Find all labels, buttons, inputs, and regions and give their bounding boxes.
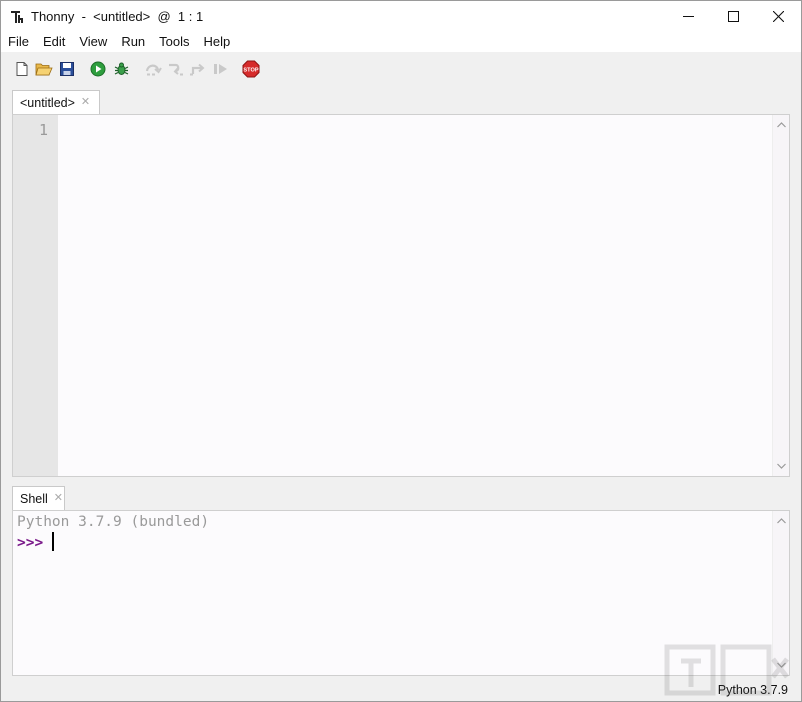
tab-shell[interactable]: Shell ✕ — [12, 486, 65, 510]
tab-untitled[interactable]: <untitled> ✕ — [12, 90, 100, 114]
title-bar[interactable]: Thonny - <untitled> @ 1 : 1 — [1, 1, 801, 32]
new-file-icon — [16, 62, 28, 76]
debug-button[interactable] — [111, 59, 131, 79]
step-into-icon — [169, 63, 183, 76]
close-tab-icon[interactable]: ✕ — [81, 97, 90, 108]
menu-edit[interactable]: Edit — [36, 32, 72, 52]
menu-help[interactable]: Help — [197, 32, 238, 52]
run-icon — [90, 61, 106, 77]
step-out-button[interactable] — [188, 59, 208, 79]
stop-icon: STOP — [242, 60, 260, 78]
close-window-button[interactable] — [755, 1, 801, 31]
thonny-window: Thonny - <untitled> @ 1 : 1 File Edit Vi… — [0, 0, 802, 702]
window-title: Thonny - <untitled> @ 1 : 1 — [31, 9, 204, 24]
save-icon — [60, 62, 74, 76]
editor-vertical-scrollbar[interactable] — [772, 115, 789, 476]
menu-run[interactable]: Run — [114, 32, 152, 52]
open-folder-icon — [35, 63, 53, 76]
close-icon — [772, 10, 784, 22]
shell-prompt: >>> — [17, 535, 44, 551]
line-number-gutter: 1 — [13, 115, 58, 476]
scroll-up-icon[interactable] — [773, 117, 789, 133]
run-button[interactable] — [88, 59, 108, 79]
scroll-up-icon[interactable] — [773, 513, 789, 529]
shell-banner: Python 3.7.9 (bundled) — [17, 514, 210, 530]
minimize-icon — [682, 15, 694, 17]
text-cursor — [52, 532, 54, 551]
resume-button[interactable] — [211, 59, 231, 79]
scroll-down-icon[interactable] — [773, 458, 789, 474]
tab-label: Shell — [20, 491, 48, 506]
close-tab-icon[interactable]: ✕ — [54, 493, 63, 504]
open-file-button[interactable] — [34, 59, 54, 79]
menu-file[interactable]: File — [1, 32, 36, 52]
bug-icon — [114, 62, 128, 75]
step-over-icon — [145, 64, 162, 76]
save-file-button[interactable] — [57, 59, 77, 79]
stop-button[interactable]: STOP — [241, 59, 261, 79]
maximize-button[interactable] — [710, 1, 756, 31]
code-editor[interactable]: 1 — [12, 114, 790, 477]
step-out-icon — [190, 63, 205, 76]
svg-text:STOP: STOP — [243, 67, 258, 73]
menu-tools[interactable]: Tools — [152, 32, 196, 52]
menu-view[interactable]: View — [72, 32, 114, 52]
watermark-logo — [664, 644, 789, 696]
minimize-button[interactable] — [665, 1, 711, 31]
toolbar: STOP — [1, 52, 801, 86]
tab-label: <untitled> — [20, 95, 75, 110]
maximize-icon — [727, 10, 739, 22]
menu-bar: File Edit View Run Tools Help — [1, 32, 801, 52]
line-number: 1 — [38, 121, 48, 139]
new-file-button[interactable] — [12, 59, 32, 79]
resume-icon — [214, 64, 227, 74]
thonny-logo-icon — [11, 11, 23, 23]
step-into-button[interactable] — [166, 59, 186, 79]
step-over-button[interactable] — [144, 59, 164, 79]
